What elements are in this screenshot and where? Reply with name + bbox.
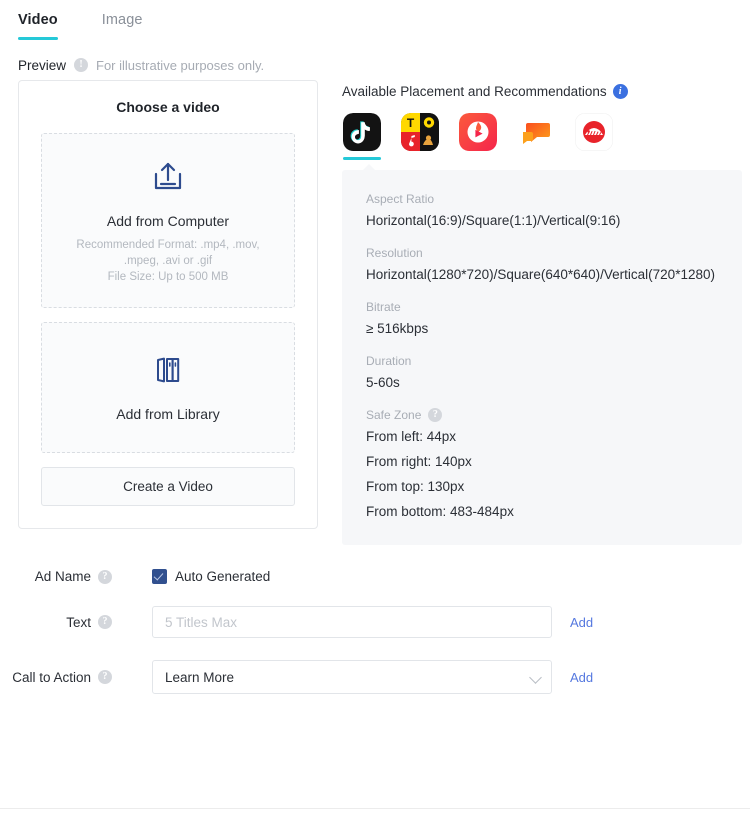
call-to-action-select-wrap: Learn More <box>152 660 552 694</box>
form-row-text: Text ? Add <box>0 606 750 638</box>
preview-label: Preview <box>18 57 67 73</box>
choose-video-card: Choose a video Add from Computer Recomme… <box>18 80 318 529</box>
upload-hint-line-1: Recommended Format: .mp4, .mov, <box>76 239 260 251</box>
call-to-action-value: Learn More <box>165 669 235 685</box>
safe-zone-left: From left: 44px <box>366 429 457 444</box>
bottom-divider <box>0 808 750 809</box>
svg-text:T: T <box>407 116 415 130</box>
preview-row: Preview ! For illustrative purposes only… <box>0 46 750 76</box>
preview-note: For illustrative purposes only. <box>96 57 265 73</box>
create-video-button[interactable]: Create a Video <box>41 467 295 506</box>
spec-label-duration: Duration <box>366 354 412 368</box>
upload-hint-line-3: File Size: Up to 500 MB <box>107 271 229 283</box>
call-to-action-label-wrap: Call to Action ? <box>0 670 120 685</box>
auto-generated-label: Auto Generated <box>175 569 271 584</box>
tab-video[interactable]: Video <box>18 12 58 40</box>
recommendations-panel: Aspect Ratio Horizontal(16:9)/Square(1:1… <box>342 164 742 545</box>
spec-label-safe-zone: Safe Zone ? <box>366 408 742 422</box>
placement-helo[interactable] <box>459 113 497 160</box>
safe-zone-bottom: From bottom: 483-484px <box>366 504 514 519</box>
spec-label-bitrate: Bitrate <box>366 300 401 314</box>
text-label-wrap: Text ? <box>0 615 120 630</box>
helo-icon <box>459 113 497 151</box>
add-from-library-label: Add from Library <box>116 406 220 422</box>
upload-hint: Recommended Format: .mp4, .mov, .mpeg, .… <box>56 237 280 285</box>
text-input[interactable] <box>152 606 552 638</box>
help-icon[interactable]: ! <box>74 58 89 72</box>
safe-zone-right: From right: 140px <box>366 454 472 469</box>
upload-hint-line-2: .mpeg, .avi or .gif <box>123 255 213 267</box>
add-from-library-dropzone[interactable]: Add from Library <box>41 322 295 453</box>
safe-zone-text: Safe Zone <box>366 408 422 422</box>
main-content: Choose a video Add from Computer Recomme… <box>0 76 750 545</box>
placement-babe[interactable] <box>517 113 555 160</box>
call-to-action-select[interactable]: Learn More <box>152 660 552 694</box>
ad-name-label: Ad Name <box>34 569 91 584</box>
placement-topbuzz[interactable]: T <box>401 113 439 160</box>
left-column: Choose a video Add from Computer Recomme… <box>0 80 330 529</box>
spec-label-resolution: Resolution <box>366 246 423 260</box>
upload-icon <box>150 162 186 198</box>
add-call-to-action-link[interactable]: Add <box>570 670 593 685</box>
add-from-computer-label: Add from Computer <box>106 213 230 229</box>
form-row-call-to-action: Call to Action ? Learn More Add <box>0 660 750 694</box>
call-to-action-label: Call to Action <box>12 669 91 685</box>
help-icon[interactable]: ? <box>98 670 112 684</box>
form-row-ad-name: Ad Name ? Auto Generated <box>0 569 750 584</box>
tab-image[interactable]: Image <box>102 12 143 40</box>
help-icon[interactable]: ? <box>98 615 112 629</box>
spec-value-resolution: Horizontal(1280*720)/Square(640*640)/Ver… <box>366 267 715 282</box>
topbuzz-icon: T <box>401 113 439 151</box>
spec-value-bitrate: ≥ 516kbps <box>366 321 429 336</box>
text-label: Text <box>66 614 91 630</box>
placements-heading: Available Placement and Recommendations <box>342 84 607 99</box>
library-icon <box>150 357 186 391</box>
help-icon[interactable]: ? <box>428 408 443 422</box>
pangle-icon <box>575 113 613 151</box>
placement-pangle[interactable] <box>575 113 613 160</box>
card-title: Choose a video <box>116 99 220 115</box>
placement-icons: T <box>342 113 742 160</box>
placement-tiktok[interactable] <box>343 113 381 160</box>
spec-label-aspect-ratio: Aspect Ratio <box>366 192 435 206</box>
spec-value-duration: 5-60s <box>366 375 400 390</box>
add-text-link[interactable]: Add <box>570 615 593 630</box>
safe-zone-top: From top: 130px <box>366 479 465 494</box>
ad-name-label-wrap: Ad Name ? <box>0 569 120 584</box>
info-icon[interactable]: i <box>612 84 628 99</box>
babe-icon <box>517 113 555 151</box>
auto-generated-checkbox[interactable] <box>152 569 167 584</box>
ad-details-form: Ad Name ? Auto Generated Text ? Add Call… <box>0 545 750 694</box>
right-column: Available Placement and Recommendations … <box>342 80 742 545</box>
help-icon[interactable]: ? <box>98 569 112 584</box>
tiktok-icon <box>343 113 381 151</box>
spec-value-aspect-ratio: Horizontal(16:9)/Square(1:1)/Vertical(9:… <box>366 213 621 228</box>
add-from-computer-dropzone[interactable]: Add from Computer Recommended Format: .m… <box>41 133 295 308</box>
media-type-tabs: Video Image <box>0 0 750 46</box>
auto-generated-control[interactable]: Auto Generated <box>152 569 270 584</box>
placements-heading-row: Available Placement and Recommendations … <box>342 80 742 99</box>
